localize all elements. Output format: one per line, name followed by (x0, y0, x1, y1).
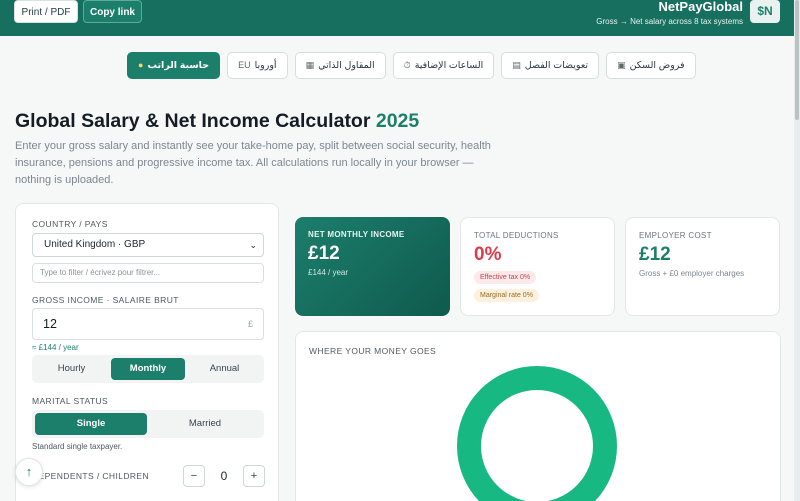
money-bag-icon: ● (138, 60, 144, 70)
minus-button[interactable]: − (183, 465, 205, 487)
page-title-main: Global Salary & Net Income Calculator (15, 110, 371, 132)
eu-icon: EU (238, 60, 251, 70)
marital-status-toggle: Single Married (32, 410, 264, 438)
tab-label: حاسبة الراتب (147, 60, 210, 71)
breakdown-panel: WHERE YOUR MONEY GOES (295, 331, 781, 501)
page-scrollbar[interactable] (794, 0, 800, 501)
intro-text: Enter your gross salary and instantly se… (15, 140, 491, 186)
marital-single-button[interactable]: Single (35, 413, 147, 435)
marital-married-button[interactable]: Married (149, 413, 261, 435)
tab-label: الساعات الإضافية (414, 60, 484, 71)
donut-net-segment[interactable] (457, 366, 617, 501)
tab-housing-loans[interactable]: ▣ فروض السكن (606, 52, 696, 79)
brand[interactable]: NetPayGlobal Gross → Net salary across 8… (596, 0, 743, 26)
document-icon: ▤ (512, 60, 521, 70)
brand-logo-badge[interactable]: $N (750, 0, 780, 23)
annual-equivalent: ≈ £144 / year (32, 343, 79, 352)
tab-europe[interactable]: EU أوروبا (227, 52, 288, 79)
dependents-stepper: − 0 + (183, 465, 265, 487)
currency-symbol: £ (247, 319, 253, 329)
country-label: COUNTRY / PAYS (32, 219, 108, 229)
input-panel: COUNTRY / PAYS United Kingdom · GBP ⌄ Ty… (15, 203, 279, 501)
chevron-down-icon: ⌄ (249, 240, 257, 250)
tab-overtime[interactable]: ⏱ الساعات الإضافية (392, 52, 495, 79)
breakdown-title: WHERE YOUR MONEY GOES (309, 346, 437, 356)
deductions-value: 0% (474, 244, 502, 265)
breakdown-donut-chart (457, 366, 617, 501)
dependents-value[interactable]: 0 (205, 465, 243, 487)
tab-self-employed[interactable]: ▦ المقاول الذاتي (294, 52, 386, 79)
gross-income-label: GROSS INCOME · SALAIRE BRUT (32, 295, 179, 305)
brand-name: NetPayGlobal (658, 0, 743, 14)
net-income-label: NET MONTHLY INCOME (308, 230, 405, 239)
total-deductions-card: TOTAL DEDUCTIONS 0% Effective tax 0% Mar… (460, 217, 615, 316)
employer-cost-label: EMPLOYER COST (639, 231, 712, 240)
page-title-year: 2025 (375, 110, 420, 132)
dependents-label: DEPENDENTS / CHILDREN (32, 471, 150, 481)
tab-label: أوروبا (254, 60, 277, 71)
calculator-tabs: ● حاسبة الراتب EU أوروبا ▦ المقاول الذات… (127, 52, 696, 79)
effective-tax-badge: Effective tax 0% (474, 271, 537, 284)
brand-tagline: Gross → Net salary across 8 tax systems (596, 17, 743, 26)
net-income-annual: £144 / year (308, 268, 349, 277)
period-toggle: Hourly Monthly Annual (32, 355, 264, 383)
copy-link-button[interactable]: Copy link (83, 0, 142, 23)
scroll-to-top-button[interactable]: ↑ (15, 458, 43, 486)
marital-status-label: MARITAL STATUS (32, 396, 109, 406)
employer-cost-card: EMPLOYER COST £12 Gross + £0 employer ch… (625, 217, 780, 316)
calculator-icon: ▦ (305, 60, 315, 70)
plus-button[interactable]: + (243, 465, 265, 487)
deductions-label: TOTAL DEDUCTIONS (474, 231, 559, 240)
period-hourly-button[interactable]: Hourly (35, 358, 108, 380)
print-pdf-button[interactable]: Print / PDF (14, 0, 78, 23)
employer-cost-sub: Gross + £0 employer charges (639, 269, 745, 278)
country-value: United Kingdom · GBP (44, 239, 146, 250)
tab-salary-calculator[interactable]: ● حاسبة الراتب (127, 52, 221, 79)
tab-label: فروض السكن (629, 60, 685, 71)
tab-severance[interactable]: ▤ تعويضات الفصل (501, 52, 600, 79)
net-income-value: £12 (308, 243, 340, 264)
net-income-card: NET MONTHLY INCOME £12 £144 / year (295, 217, 450, 316)
page-title: Global Salary & Net Income Calculator 20… (15, 110, 419, 133)
scrollbar-thumb[interactable] (795, 0, 799, 120)
house-calculator-icon: ▣ (617, 60, 626, 70)
tab-label: المقاول الذاتي (318, 60, 375, 71)
marginal-rate-badge: Marginal rate 0% (474, 289, 539, 302)
arrow-up-icon: ↑ (25, 464, 33, 479)
top-bar: Print / PDF Copy link NetPayGlobal Gross… (0, 0, 800, 36)
employer-cost-value: £12 (639, 244, 671, 265)
period-monthly-button[interactable]: Monthly (111, 358, 185, 380)
country-select[interactable]: United Kingdom · GBP ⌄ (32, 233, 264, 257)
period-annual-button[interactable]: Annual (188, 358, 261, 380)
country-filter-input[interactable]: Type to filter / écrivez pour filtrer... (32, 263, 264, 283)
gross-income-value: 12 (43, 317, 57, 331)
tab-label: تعويضات الفصل (524, 60, 589, 71)
stopwatch-icon: ⏱ (403, 60, 411, 70)
marital-hint: Standard single taxpayer. (32, 442, 123, 451)
gross-income-input[interactable]: 12 £ (32, 308, 264, 340)
